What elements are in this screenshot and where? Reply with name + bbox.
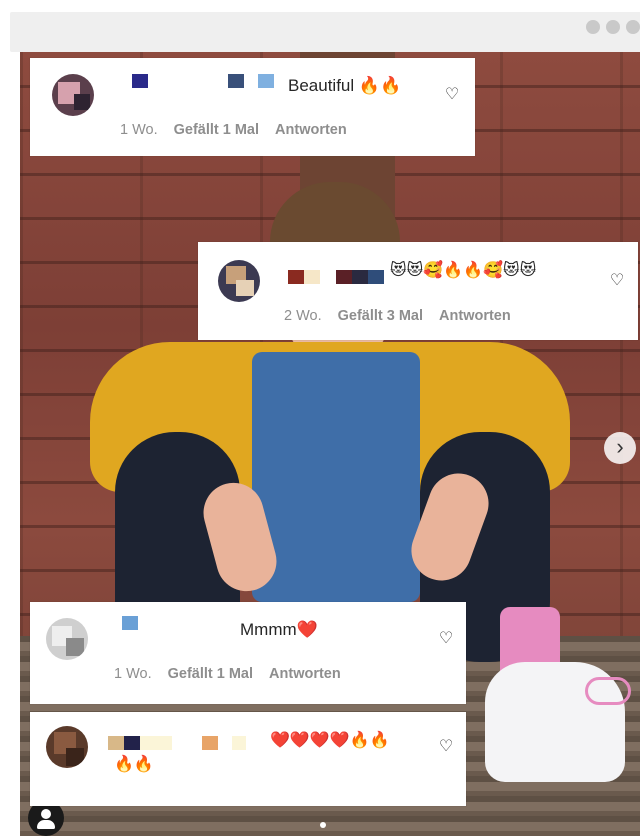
more-dots-icon[interactable] (586, 20, 640, 34)
comment-card: 😻😻🥰🔥🔥🥰😻😻 ♡ 2 Wo. Gefällt 3 Mal Antworten (198, 242, 638, 340)
username-pixelated[interactable] (108, 736, 246, 750)
comment-card: ❤️❤️❤️❤️🔥🔥 🔥🔥 ♡ (30, 712, 466, 806)
reply-button[interactable]: Antworten (269, 666, 341, 682)
comment-age: 1 Wo. (120, 122, 158, 138)
avatar[interactable] (46, 618, 88, 660)
heart-icon[interactable]: ♡ (437, 738, 455, 756)
like-count[interactable]: Gefällt 1 Mal (168, 666, 253, 682)
comment-meta: 1 Wo. Gefällt 1 Mal Antworten (120, 122, 347, 138)
avatar[interactable] (46, 726, 88, 768)
username-pixelated[interactable] (132, 74, 274, 88)
heart-icon[interactable]: ♡ (443, 86, 461, 104)
heart-icon[interactable]: ♡ (437, 630, 455, 648)
avatar[interactable] (218, 260, 260, 302)
comment-card: Beautiful 🔥🔥 ♡ 1 Wo. Gefällt 1 Mal Antwo… (30, 58, 475, 156)
comment-text: Beautiful 🔥🔥 (288, 76, 402, 95)
like-count[interactable]: Gefällt 3 Mal (338, 308, 423, 324)
username-pixelated[interactable] (122, 616, 138, 630)
comment-age: 2 Wo. (284, 308, 322, 324)
chevron-right-icon[interactable]: › (604, 432, 636, 464)
comment-card: Mmmm❤️ ♡ 1 Wo. Gefällt 1 Mal Antworten (30, 602, 466, 704)
comment-age: 1 Wo. (114, 666, 152, 682)
reply-button[interactable]: Antworten (275, 122, 347, 138)
post-frame: › Beautiful 🔥🔥 ♡ 1 Wo. Gefällt 1 Mal Ant… (0, 0, 640, 836)
carousel-indicator (320, 822, 326, 828)
avatar[interactable] (52, 74, 94, 116)
comment-meta: 1 Wo. Gefällt 1 Mal Antworten (114, 666, 341, 682)
username-pixelated[interactable] (288, 270, 384, 284)
comment-text: ❤️❤️❤️❤️🔥🔥 (270, 732, 390, 749)
comment-text: 😻😻🥰🔥🔥🥰😻😻 (390, 262, 537, 279)
frame-header (10, 12, 640, 52)
reply-button[interactable]: Antworten (439, 308, 511, 324)
comment-meta: 2 Wo. Gefällt 3 Mal Antworten (284, 308, 511, 324)
comment-text-continued: 🔥🔥 (114, 756, 154, 773)
like-count[interactable]: Gefällt 1 Mal (174, 122, 259, 138)
comment-text: Mmmm❤️ (240, 620, 318, 639)
heart-icon[interactable]: ♡ (608, 272, 626, 290)
